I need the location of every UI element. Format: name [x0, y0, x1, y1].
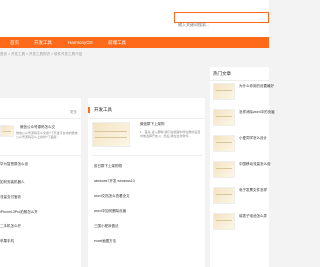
featured-desc: 微信公众号源码怎么交易?下开发平台中的微信公众号源码怎么上线时?下面就... — [16, 131, 78, 139]
thumbnail[interactable] — [92, 122, 130, 147]
section-accent — [88, 107, 90, 113]
list-item[interactable]: word文档怎么查看全文 — [94, 194, 130, 199]
list-item[interactable]: iPhone13Pro拍照怎么开 — [0, 210, 38, 215]
card-column-1: 更多 微信公众号源码怎么交 微信公众号源码怎么交易?下开发平台中的微信公众号源码… — [0, 98, 81, 267]
thumbnail[interactable] — [213, 83, 235, 100]
divider — [0, 155, 81, 156]
sidebar-title: 热门文章 — [213, 71, 231, 76]
divider — [88, 118, 205, 119]
featured-title[interactable]: 微信公众号源码怎么交 — [20, 125, 55, 130]
thumbnail[interactable] — [213, 135, 235, 152]
list-item[interactable]: 苹果手机 — [0, 239, 14, 244]
sidebar-item[interactable]: 中国移动流量怎么用 — [239, 162, 271, 167]
list-item[interactable]: 三国小程序做法 — [94, 224, 119, 229]
list-item[interactable]: 流量支付宝收 — [0, 195, 21, 200]
sidebar-item[interactable]: 电子发票文件怎样 — [239, 188, 267, 193]
thumbnail[interactable] — [0, 125, 14, 137]
sidebar-item[interactable]: 小爱同学怎么设计 — [239, 136, 267, 141]
list-item[interactable]: 华为智慧屏怎么设 — [0, 162, 28, 167]
nav-item-home[interactable]: 首页 — [10, 37, 19, 48]
thumbnail[interactable] — [213, 213, 235, 230]
sidebar-item[interactable]: 填表子电池怎么弄 — [239, 214, 267, 219]
list-item[interactable]: 二手机怎么开 — [0, 224, 21, 229]
divider — [0, 118, 81, 119]
main-nav: 首页 开发工具 HarmonyOS 前端工具 — [0, 37, 269, 48]
search-box[interactable] — [174, 12, 269, 29]
list-item[interactable]: 前日群下上架购物 — [94, 164, 122, 169]
list-item[interactable]: excel画图方法 — [94, 239, 116, 244]
breadcrumb: 首页 > 开发工具 > 开发工具知识 > 软件开发工具介绍 — [0, 52, 82, 56]
list-item[interactable]: 如何安装机器人 — [0, 180, 25, 185]
list-item[interactable]: windows7开发 windows10 — [94, 179, 135, 184]
card-column-2: 开发工具 微信群下上架购 1、首先,进入群聊,我们在前面中所在群的设置中放选择开… — [88, 98, 205, 267]
search-input[interactable] — [175, 20, 268, 29]
sidebar-item[interactable]: 怎样消除word中的页眉 — [239, 110, 275, 115]
nav-item-frontend[interactable]: 前端工具 — [108, 37, 126, 48]
list-item[interactable]: word中如何删除页眉 — [94, 209, 126, 214]
featured-title[interactable]: 微信群下上架购 — [140, 122, 165, 127]
more-link[interactable]: 更多 — [70, 110, 77, 115]
thumbnail[interactable] — [213, 109, 235, 126]
section-title: 开发工具 — [94, 107, 112, 112]
divider — [92, 155, 203, 156]
nav-item-dev-tools[interactable]: 开发工具 — [34, 37, 52, 48]
nav-item-harmonyos[interactable]: HarmonyOS — [68, 37, 93, 48]
sidebar-item[interactable]: 为什么你用的设置最好 — [239, 84, 274, 89]
featured-desc: 1、首先,进入群聊,我们在前面中所在群的设置中放选择开启,3、然后,我在这款软件… — [140, 130, 201, 138]
divider — [210, 80, 269, 81]
thumbnail[interactable] — [213, 187, 235, 204]
sidebar-hot-articles: 热门文章 为什么你用的设置最好 怎样消除word中的页眉 小爱同学怎么设计 中国… — [210, 67, 275, 267]
top-header — [0, 0, 269, 37]
thumbnail[interactable] — [213, 161, 235, 178]
